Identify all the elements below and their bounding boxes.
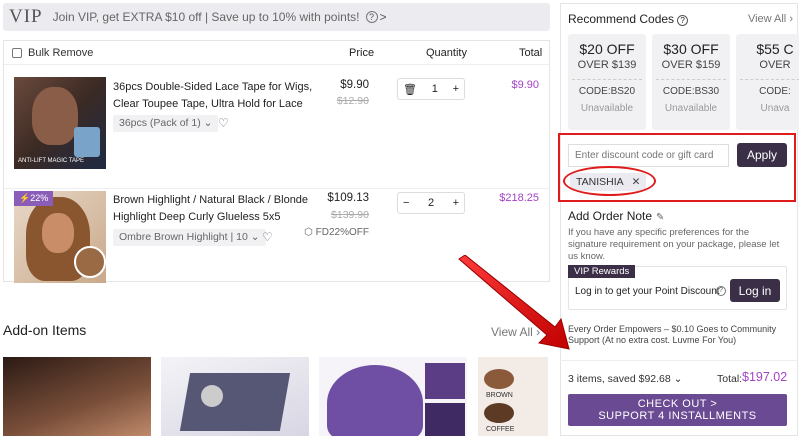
- addon-item-image[interactable]: [319, 357, 467, 436]
- coupon-threshold: OVER: [759, 59, 791, 71]
- recommend-view-all-label: View All: [747, 13, 787, 25]
- discount-badge: ⚡22%: [14, 191, 54, 206]
- login-button[interactable]: Log in: [730, 279, 780, 302]
- column-header-quantity: Quantity: [426, 46, 467, 59]
- vip-banner-text: Join VIP, get EXTRA $10 off | Save up to…: [52, 10, 360, 24]
- variant-select[interactable]: 36pcs (Pack of 1) ⌄: [113, 115, 219, 132]
- swatch-label: BROWN: [486, 392, 513, 399]
- plus-icon[interactable]: +: [453, 83, 459, 95]
- edit-icon[interactable]: ✎: [656, 212, 664, 223]
- variant-select[interactable]: Ombre Brown Highlight | 10 ⌄: [113, 229, 266, 246]
- discount-badge-value: 22%: [30, 193, 49, 203]
- coupon-status: Unava: [760, 103, 790, 114]
- heart-icon[interactable]: ♡: [218, 116, 229, 130]
- vip-logo: VIP: [9, 6, 43, 27]
- product-image[interactable]: ANTI-LIFT MAGIC TAPE: [14, 77, 106, 169]
- coupon-tag: ⬡ FD22%OFF: [304, 227, 369, 238]
- addon-item-image[interactable]: [161, 357, 309, 436]
- item-original-price: $139.90: [331, 209, 369, 221]
- total-value: $197.02: [742, 370, 788, 384]
- coupon-code: CODE:BS20: [578, 86, 636, 97]
- addon-item-image[interactable]: BROWN COFFEE: [478, 357, 548, 436]
- cart-header: Bulk Remove Price Quantity Total: [4, 41, 549, 65]
- coupon-list: $20 OFF OVER $139 CODE:BS20 Unavailable …: [568, 34, 799, 134]
- coupon-card[interactable]: $55 C OVER CODE: Unava: [736, 34, 799, 130]
- variant-label: 36pcs (Pack of 1): [119, 117, 201, 129]
- question-circle-icon[interactable]: ?: [716, 286, 726, 296]
- order-note-label: Add Order Note: [568, 209, 653, 223]
- coupon-threshold: OVER $159: [661, 59, 721, 71]
- item-total: $9.90: [511, 79, 539, 91]
- trash-icon[interactable]: 🗑: [403, 83, 417, 96]
- product-image[interactable]: ⚡22%: [14, 191, 106, 283]
- vip-rewards-tag: VIP Rewards: [568, 265, 636, 278]
- column-header-price: Price: [349, 46, 375, 59]
- item-original-price: $12.90: [336, 95, 369, 107]
- quantity-value[interactable]: 2: [428, 197, 434, 209]
- swatch-label: COFFEE: [486, 426, 515, 433]
- coupon-threshold: OVER $139: [577, 59, 637, 71]
- coupon-code: FD22%OFF: [315, 227, 369, 238]
- quantity-value[interactable]: 1: [432, 83, 438, 95]
- coupon-code: CODE:BS30: [662, 86, 720, 97]
- column-header-total: Total: [519, 46, 543, 59]
- plus-icon[interactable]: +: [453, 197, 459, 209]
- cart-table: Bulk Remove Price Quantity Total ANTI-LI…: [3, 40, 550, 283]
- vip-banner[interactable]: VIP Join VIP, get EXTRA $10 off | Save u…: [3, 3, 550, 31]
- annotation-highlight-ellipse: [563, 166, 656, 196]
- recommend-codes-title: Recommend Codes?: [568, 12, 689, 26]
- checkout-sublabel: SUPPORT 4 INSTALLMENTS: [598, 410, 757, 422]
- addon-title: Add-on Items: [3, 322, 87, 338]
- tag-icon: ⬡: [304, 227, 313, 238]
- chevron-right-icon[interactable]: >: [380, 10, 387, 24]
- checkout-button[interactable]: CHECK OUT > SUPPORT 4 INSTALLMENTS: [568, 394, 787, 426]
- chevron-down-icon: ⌄: [250, 231, 260, 243]
- items-saved-label: 3 items, saved $92.68: [568, 373, 671, 385]
- heart-icon[interactable]: ♡: [262, 230, 273, 244]
- coupon-status: Unavailable: [664, 103, 718, 114]
- recommend-codes-label: Recommend Codes: [568, 12, 675, 26]
- item-price: $9.90: [340, 79, 369, 91]
- vip-rewards-text: Log in to get your Point Discount: [575, 286, 720, 297]
- items-saved-toggle[interactable]: 3 items, saved $92.68 ⌄: [568, 373, 682, 385]
- item-price: $109.13: [327, 192, 369, 204]
- bulk-remove-button[interactable]: Bulk Remove: [4, 47, 93, 59]
- coupon-status: Unavailable: [580, 103, 634, 114]
- question-circle-icon[interactable]: ?: [677, 15, 689, 26]
- coupon-amount: $55 C: [756, 41, 794, 57]
- empower-text: Every Order Empowers – $0.10 Goes to Com…: [568, 324, 777, 345]
- item-total: $218.25: [499, 192, 539, 204]
- divider: [560, 360, 798, 361]
- coupon-amount: $20 OFF: [579, 41, 635, 57]
- quantity-stepper[interactable]: 🗑 1 +: [397, 78, 465, 100]
- chevron-right-icon: ›: [789, 13, 793, 25]
- checkout-label: CHECK OUT >: [637, 398, 718, 410]
- question-circle-icon[interactable]: ?: [365, 11, 378, 23]
- coupon-card[interactable]: $30 OFF OVER $159 CODE:BS30 Unavailable: [652, 34, 730, 130]
- quantity-stepper[interactable]: − 2 +: [397, 192, 465, 214]
- annotation-arrow: [458, 255, 570, 350]
- coupon-amount: $30 OFF: [663, 41, 719, 57]
- addon-item-image[interactable]: [3, 357, 151, 436]
- variant-label: Ombre Brown Highlight | 10: [119, 231, 248, 243]
- chevron-down-icon: ⌄: [203, 117, 213, 129]
- bulk-remove-label: Bulk Remove: [28, 46, 94, 59]
- chevron-down-icon: ⌄: [673, 373, 683, 385]
- coupon-code: CODE:: [759, 86, 791, 97]
- minus-icon[interactable]: −: [403, 197, 409, 209]
- total-label: Total:: [717, 373, 743, 385]
- product-image-caption: ANTI-LIFT MAGIC TAPE: [18, 158, 85, 164]
- order-note-text: If you have any specific preferences for…: [568, 227, 780, 262]
- coupon-card[interactable]: $20 OFF OVER $139 CODE:BS20 Unavailable: [568, 34, 646, 130]
- cart-item: ANTI-LIFT MAGIC TAPE 36pcs Double-Sided …: [4, 77, 549, 177]
- order-note-title[interactable]: Add Order Note ✎: [568, 209, 664, 223]
- select-icon: [12, 47, 22, 58]
- recommend-view-all-link[interactable]: View All ›: [748, 13, 793, 25]
